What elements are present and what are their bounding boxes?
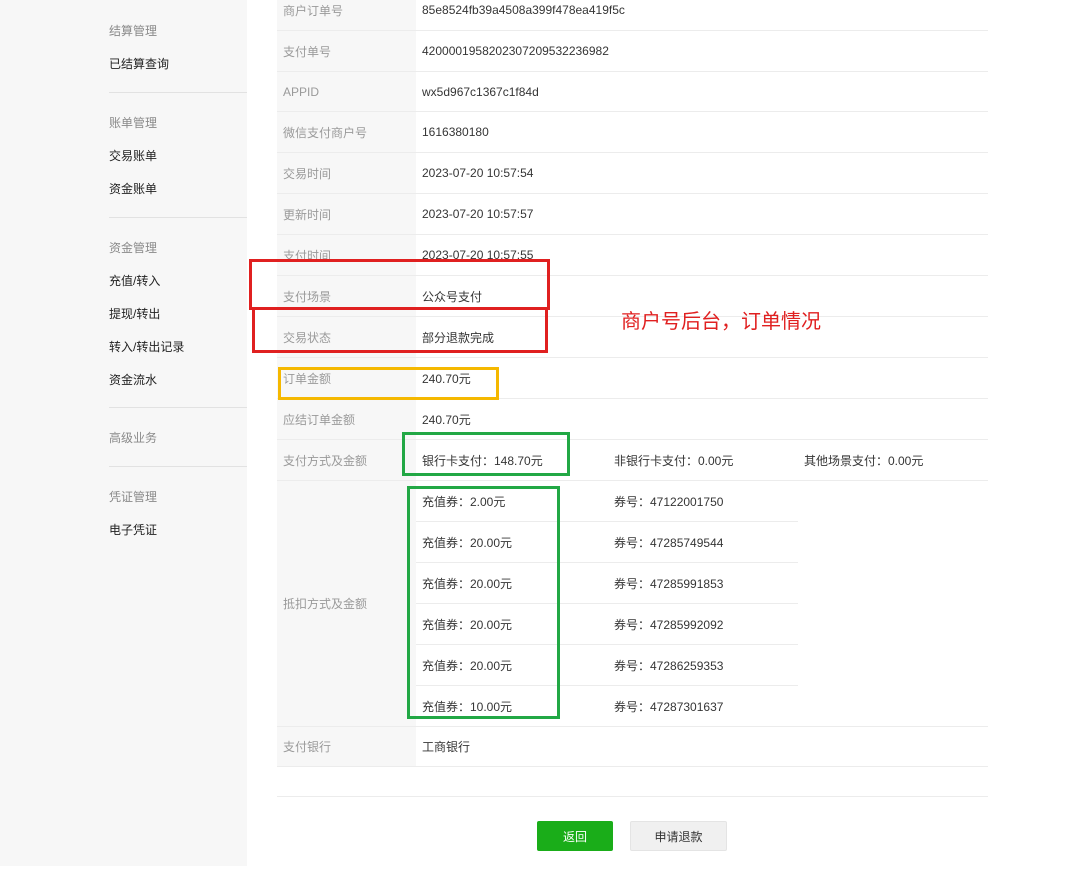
highlight-box-bank-card-payment <box>402 432 570 476</box>
row-deduction: 抵扣方式及金额 充值券：2.00元 券号：47122001750 充值券：20.… <box>277 481 988 727</box>
coupon-number: 券号：47287301637 <box>614 700 724 714</box>
nav-group-advanced: 高级业务 <box>109 407 247 466</box>
divider <box>109 466 247 467</box>
divider <box>277 796 988 797</box>
highlight-box-transaction-status <box>252 307 548 353</box>
nav-item-withdraw[interactable]: 提现/转出 <box>109 305 160 322</box>
highlight-box-payment-scene <box>249 259 550 310</box>
row-merchant-id: 微信支付商户号 1616380180 <box>277 112 988 153</box>
row-value: 2023-07-20 10:57:57 <box>422 207 534 221</box>
row-value: 1616380180 <box>422 125 489 139</box>
row-payment-bank: 支付银行 工商银行 <box>277 727 988 767</box>
row-payment-method: 支付方式及金额 银行卡支付：148.70元 非银行卡支付：0.00元 其他场景支… <box>277 440 988 481</box>
highlight-box-coupons <box>407 486 560 719</box>
coupon-number: 券号：47122001750 <box>614 494 724 509</box>
nav-group-funds: 资金管理 充值/转入 提现/转出 转入/转出记录 资金流水 <box>109 217 247 407</box>
nav-group-vouchers: 凭证管理 电子凭证 <box>109 466 247 546</box>
annotation-text: 商户号后台，订单情况 <box>621 311 821 333</box>
row-label: 微信支付商户号 <box>277 112 416 152</box>
nav-group-title: 凭证管理 <box>109 490 158 504</box>
nav-group-bills: 账单管理 交易账单 资金账单 <box>109 92 247 212</box>
row-value: 85e8524fb39a4508a399f478ea419f5c <box>422 3 625 17</box>
nav-item-settled-query[interactable]: 已结算查询 <box>109 55 169 72</box>
sidebar: 结算管理 已结算查询 账单管理 交易账单 资金账单 资金管理 充值/转入 提现/… <box>0 0 247 866</box>
row-value: wx5d967c1367c1f84d <box>422 84 539 99</box>
row-label: 支付单号 <box>277 31 416 71</box>
coupon-number: 券号：47285749544 <box>614 535 724 550</box>
apply-refund-button[interactable]: 申请退款 <box>630 821 727 851</box>
row-update-time: 更新时间 2023-07-20 10:57:57 <box>277 194 988 235</box>
row-appid: APPID wx5d967c1367c1f84d <box>277 72 988 112</box>
row-label: 支付银行 <box>277 727 416 766</box>
row-value: 4200001958202307209532236982 <box>422 44 609 58</box>
nav-item-transfer-records[interactable]: 转入/转出记录 <box>109 338 184 355</box>
row-label: 应结订单金额 <box>277 399 416 439</box>
nav-item-e-voucher[interactable]: 电子凭证 <box>109 521 157 538</box>
row-label: 支付方式及金额 <box>277 440 416 480</box>
divider <box>109 217 247 218</box>
nav-item-transaction-bill[interactable]: 交易账单 <box>109 147 157 164</box>
row-label: 交易时间 <box>277 153 416 193</box>
row-value: 2023-07-20 10:57:54 <box>422 166 534 180</box>
coupon-number: 券号：47285991853 <box>614 576 724 591</box>
row-transaction-time: 交易时间 2023-07-20 10:57:54 <box>277 153 988 194</box>
row-label: 更新时间 <box>277 194 416 234</box>
nav-group-title: 账单管理 <box>109 116 158 130</box>
other-scene-payment: 其他场景支付：0.00元 <box>804 453 924 468</box>
nav-group-title: 资金管理 <box>109 241 158 255</box>
nav-group-settlement: 结算管理 已结算查询 <box>109 0 247 80</box>
row-payment-no: 支付单号 4200001958202307209532236982 <box>277 31 988 72</box>
nav-item-fund-flow[interactable]: 资金流水 <box>109 371 157 388</box>
nav-item-recharge[interactable]: 充值/转入 <box>109 272 160 289</box>
nav-group-title[interactable]: 高级业务 <box>109 429 157 446</box>
coupon-number: 券号：47286259353 <box>614 658 724 673</box>
row-merchant-order-no: 商户订单号 85e8524fb39a4508a399f478ea419f5c <box>277 0 988 31</box>
nav-group-title: 结算管理 <box>109 24 158 38</box>
row-label: APPID <box>277 72 416 111</box>
row-label: 商户订单号 <box>277 0 416 30</box>
row-label: 抵扣方式及金额 <box>277 481 416 726</box>
back-button[interactable]: 返回 <box>537 821 613 851</box>
highlight-box-order-amount <box>278 367 499 400</box>
non-bank-card-payment: 非银行卡支付：0.00元 <box>614 453 734 468</box>
row-value: 工商银行 <box>422 740 471 754</box>
coupon-number: 券号：47285992092 <box>614 617 724 632</box>
row-settlement-amount: 应结订单金额 240.70元 <box>277 399 988 440</box>
nav-item-fund-bill[interactable]: 资金账单 <box>109 180 157 197</box>
divider <box>109 92 247 93</box>
divider <box>109 407 247 408</box>
